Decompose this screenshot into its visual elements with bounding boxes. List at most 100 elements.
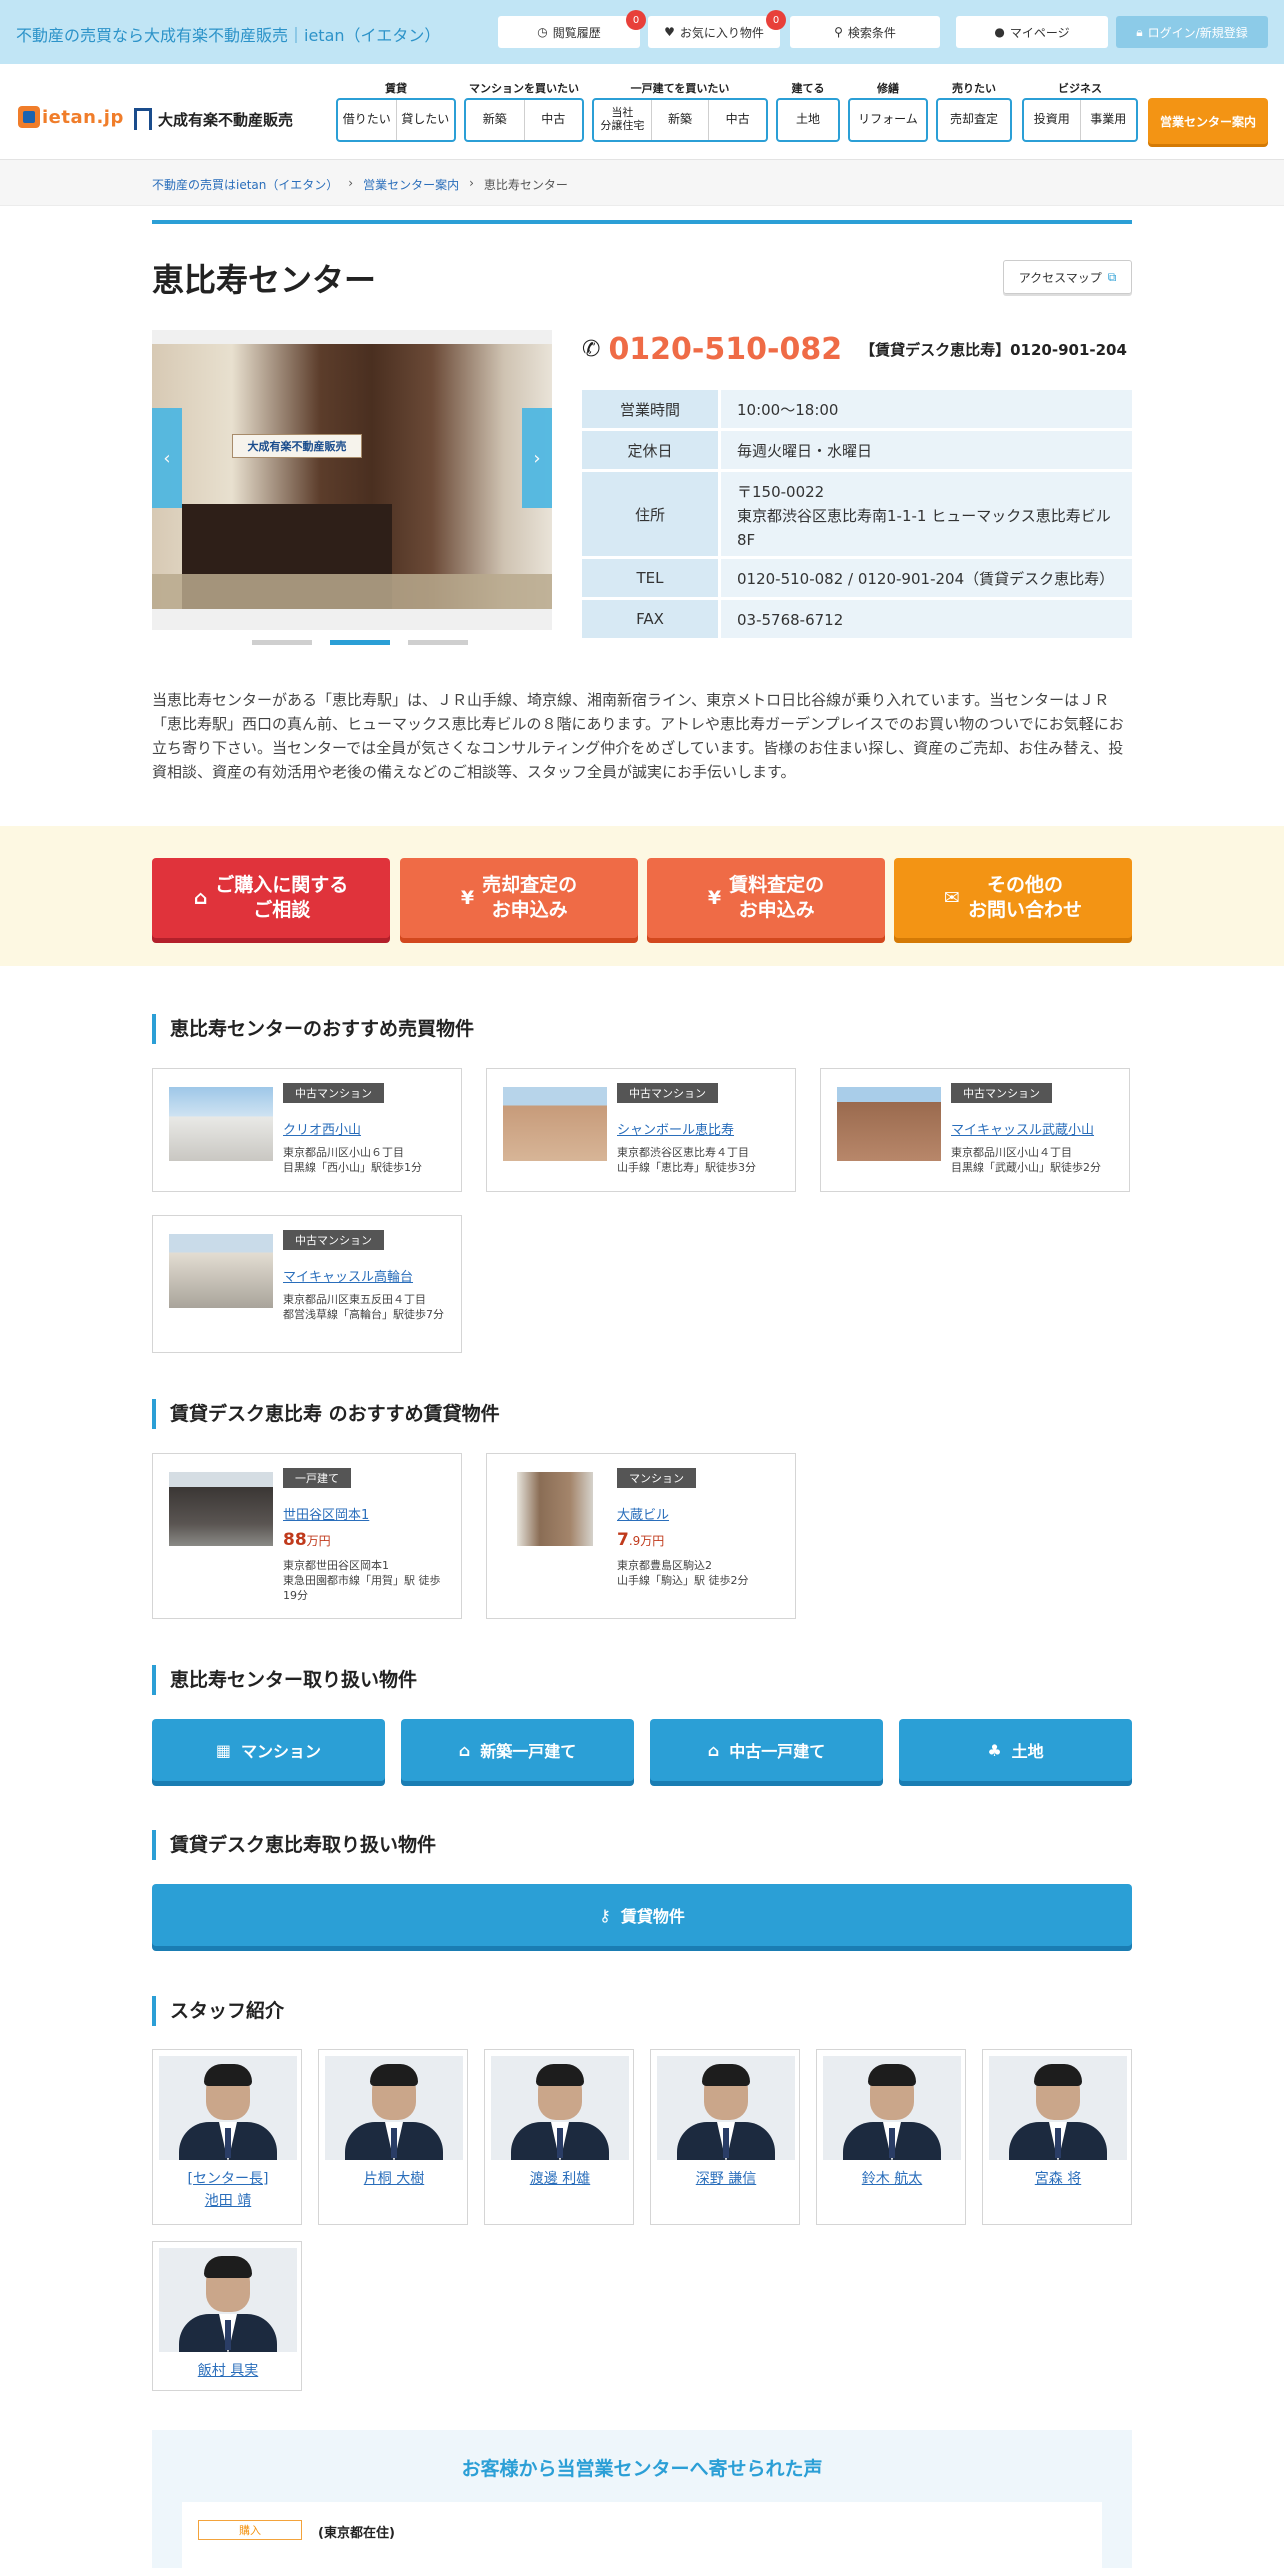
nav-land[interactable]: 土地 — [778, 100, 838, 140]
property-name-link[interactable]: 世田谷区岡本1 — [283, 1504, 369, 1523]
nav-business[interactable]: 事業用 — [1081, 100, 1137, 140]
staff-photo-hair — [702, 2064, 750, 2086]
nav-rent-borrow[interactable]: 借りたい — [338, 100, 397, 140]
nav-group-repair: 修繕 リフォーム — [848, 80, 928, 142]
slider-dot-active[interactable] — [330, 640, 390, 645]
property-name-link[interactable]: マイキャッスル武蔵小山 — [951, 1119, 1094, 1138]
nav-mansion-new[interactable]: 新築 — [466, 100, 525, 140]
access-map-button[interactable]: アクセスマップ ⧉ — [1003, 260, 1132, 294]
slider-dot[interactable] — [408, 640, 468, 645]
property-card[interactable]: 中古マンション マイキャッスル武蔵小山 東京都品川区小山４丁目 目黒線「武蔵小山… — [820, 1068, 1130, 1192]
category-label: 賃貸物件 — [620, 1907, 685, 1926]
property-type-tag: 中古マンション — [617, 1083, 718, 1103]
nav-investment[interactable]: 投資用 — [1024, 100, 1081, 140]
breadcrumb-centers[interactable]: 営業センター案内 — [363, 176, 459, 193]
cta-rent-appraisal-button[interactable]: ¥ 賃料査定の お申込み — [647, 858, 885, 938]
nav-mansion-used[interactable]: 中古 — [525, 100, 583, 140]
search-conditions-button[interactable]: ⚲ 検索条件 — [790, 16, 940, 48]
property-card[interactable]: 中古マンション マイキャッスル高輪台 東京都品川区東五反田４丁目 都営浅草線「高… — [152, 1215, 462, 1353]
rental-card[interactable]: 一戸建て 世田谷区岡本1 88万円 東京都世田谷区岡本1 東急田園都市線「用賀」… — [152, 1453, 462, 1619]
center-description: 当恵比寿センターがある「恵比寿駅」は、ＪＲ山手線、埼京線、湘南新宿ライン、東京メ… — [152, 691, 1124, 781]
staff-card[interactable]: [センター長] 池田 靖 — [152, 2049, 302, 2225]
property-card[interactable]: 中古マンション シャンボール恵比寿 東京都渋谷区恵比寿４丁目 山手線「恵比寿」駅… — [486, 1068, 796, 1192]
slider-dot[interactable] — [252, 640, 312, 645]
staff-photo-hair — [868, 2064, 916, 2086]
property-type-tag: 中古マンション — [283, 1083, 384, 1103]
nav-reform[interactable]: リフォーム — [850, 100, 926, 140]
property-access: 目黒線「武蔵小山」駅徒歩2分 — [951, 1161, 1101, 1174]
staff-name-line: 深野 謙信 — [695, 2171, 757, 2187]
login-button[interactable]: 🔒︎ ログイン/新規登録 — [1116, 16, 1268, 48]
staff-name-link[interactable]: 深野 謙信 — [651, 2168, 801, 2190]
property-card[interactable]: 中古マンション クリオ西小山 東京都品川区小山６丁目 目黒線「西小山」駅徒歩1分 — [152, 1068, 462, 1192]
search-icon: ⚲ — [834, 25, 843, 39]
staff-name-link[interactable]: 飯村 具実 — [153, 2360, 303, 2382]
category-land-button[interactable]: ♣ 土地 — [899, 1719, 1132, 1781]
property-address: 東京都世田谷区岡本1 — [283, 1559, 389, 1572]
staff-photo — [823, 2056, 961, 2160]
office-sign: 大成有楽不動産販売 — [232, 434, 362, 458]
cta-band: ⌂ ご購入に関する ご相談 ¥ 売却査定の お申込み ¥ 賃料査定の お申込み ✉ その… — [0, 826, 1284, 966]
staff-photo-tie — [889, 2128, 895, 2158]
nav-group-label: 修繕 — [877, 82, 899, 95]
property-name-link[interactable]: クリオ西小山 — [283, 1119, 361, 1138]
property-access: 都営浅草線「高輪台」駅徒歩7分 — [283, 1308, 444, 1321]
nav-house-used[interactable]: 中古 — [709, 100, 766, 140]
staff-name-line: 飯村 具実 — [197, 2363, 259, 2379]
category-new-house-button[interactable]: ⌂ 新築一戸建て — [401, 1719, 634, 1781]
property-name-link[interactable]: 大蔵ビル — [617, 1504, 669, 1523]
site-title[interactable]: 不動産の売買なら大成有楽不動産販売｜ietan（イエタン） — [16, 22, 440, 46]
staff-card[interactable]: 深野 謙信 — [650, 2049, 800, 2225]
staff-photo-hair — [370, 2064, 418, 2086]
property-name-link[interactable]: シャンボール恵比寿 — [617, 1119, 734, 1138]
staff-card[interactable]: 宮森 将 — [982, 2049, 1132, 2225]
phone-icon: ✆ — [582, 337, 601, 362]
breadcrumb-home[interactable]: 不動産の売買はietan（イエタン） — [152, 176, 338, 193]
property-thumbnail — [837, 1087, 941, 1161]
category-mansion-button[interactable]: ▦ マンション — [152, 1719, 385, 1781]
staff-card[interactable]: 鈴木 航太 — [816, 2049, 966, 2225]
property-type-tag: マンション — [617, 1468, 696, 1488]
category-used-house-button[interactable]: ⌂ 中古一戸建て — [650, 1719, 883, 1781]
breadcrumb-bar: 不動産の売買はietan（イエタン） › 営業センター案内 › 恵比寿センター — [0, 160, 1284, 206]
cta-other-inquiry-button[interactable]: ✉ その他の お問い合わせ — [894, 858, 1132, 938]
staff-name-link[interactable]: 片桐 大樹 — [319, 2168, 469, 2190]
taisei-logo[interactable]: 大成有楽不動産販売 — [134, 108, 293, 130]
ietan-logo[interactable]: ietan.jp — [18, 106, 124, 128]
slider-next-button[interactable]: › — [522, 408, 552, 508]
mail-icon: ✉ — [944, 886, 960, 909]
mypage-button[interactable]: ● マイページ — [956, 16, 1108, 48]
nav-house-new[interactable]: 新築 — [652, 100, 710, 140]
staff-name-link[interactable]: 鈴木 航太 — [817, 2168, 967, 2190]
staff-photo — [159, 2248, 297, 2352]
rent-section-heading: 賃貸デスク恵比寿 のおすすめ賃貸物件 — [152, 1399, 1132, 1429]
ietan-logo-mark — [18, 106, 40, 128]
staff-name-link[interactable]: 渡邊 利雄 — [485, 2168, 635, 2190]
staff-card[interactable]: 渡邊 利雄 — [484, 2049, 634, 2225]
staff-name-link[interactable]: 宮森 将 — [983, 2168, 1133, 2190]
property-address: 東京都渋谷区恵比寿４丁目 — [617, 1146, 749, 1159]
staff-name-link[interactable]: [センター長] 池田 靖 — [153, 2168, 303, 2212]
property-thumbnail — [503, 1087, 607, 1161]
rental-properties-button[interactable]: ⚷ 賃貸物件 — [152, 1884, 1132, 1946]
favorites-button[interactable]: ♥ お気に入り物件 0 — [648, 10, 786, 48]
nav-sell-appraisal[interactable]: 売却査定 — [938, 100, 1010, 140]
property-name-link[interactable]: マイキャッスル高輪台 — [283, 1266, 413, 1285]
cta-purchase-button[interactable]: ⌂ ご購入に関する ご相談 — [152, 858, 390, 938]
sale-section-heading: 恵比寿センターのおすすめ売買物件 — [152, 1014, 1132, 1044]
staff-card[interactable]: 飯村 具実 — [152, 2241, 302, 2391]
staff-card[interactable]: 片桐 大樹 — [318, 2049, 468, 2225]
tel-main[interactable]: 0120-510-082 — [608, 332, 842, 367]
rent-price: 7.9万円 — [617, 1530, 664, 1550]
sales-center-guide-button[interactable]: 営業センター案内 — [1148, 98, 1268, 144]
chevron-right-icon: › — [533, 447, 541, 469]
staff-photo — [657, 2056, 795, 2160]
slider-prev-button[interactable]: ‹ — [152, 408, 182, 508]
rent-price-value: 7 — [617, 1530, 629, 1550]
nav-house-own[interactable]: 当社 分譲住宅 — [594, 100, 652, 140]
staff-photo-hair — [536, 2064, 584, 2086]
history-button[interactable]: ◷ 閲覧履歴 0 — [498, 10, 646, 48]
cta-sale-appraisal-button[interactable]: ¥ 売却査定の お申込み — [400, 858, 638, 938]
rental-card[interactable]: マンション 大蔵ビル 7.9万円 東京都豊島区駒込2 山手線「駒込」駅 徒歩2分 — [486, 1453, 796, 1619]
nav-rent-lend[interactable]: 貸したい — [397, 100, 455, 140]
